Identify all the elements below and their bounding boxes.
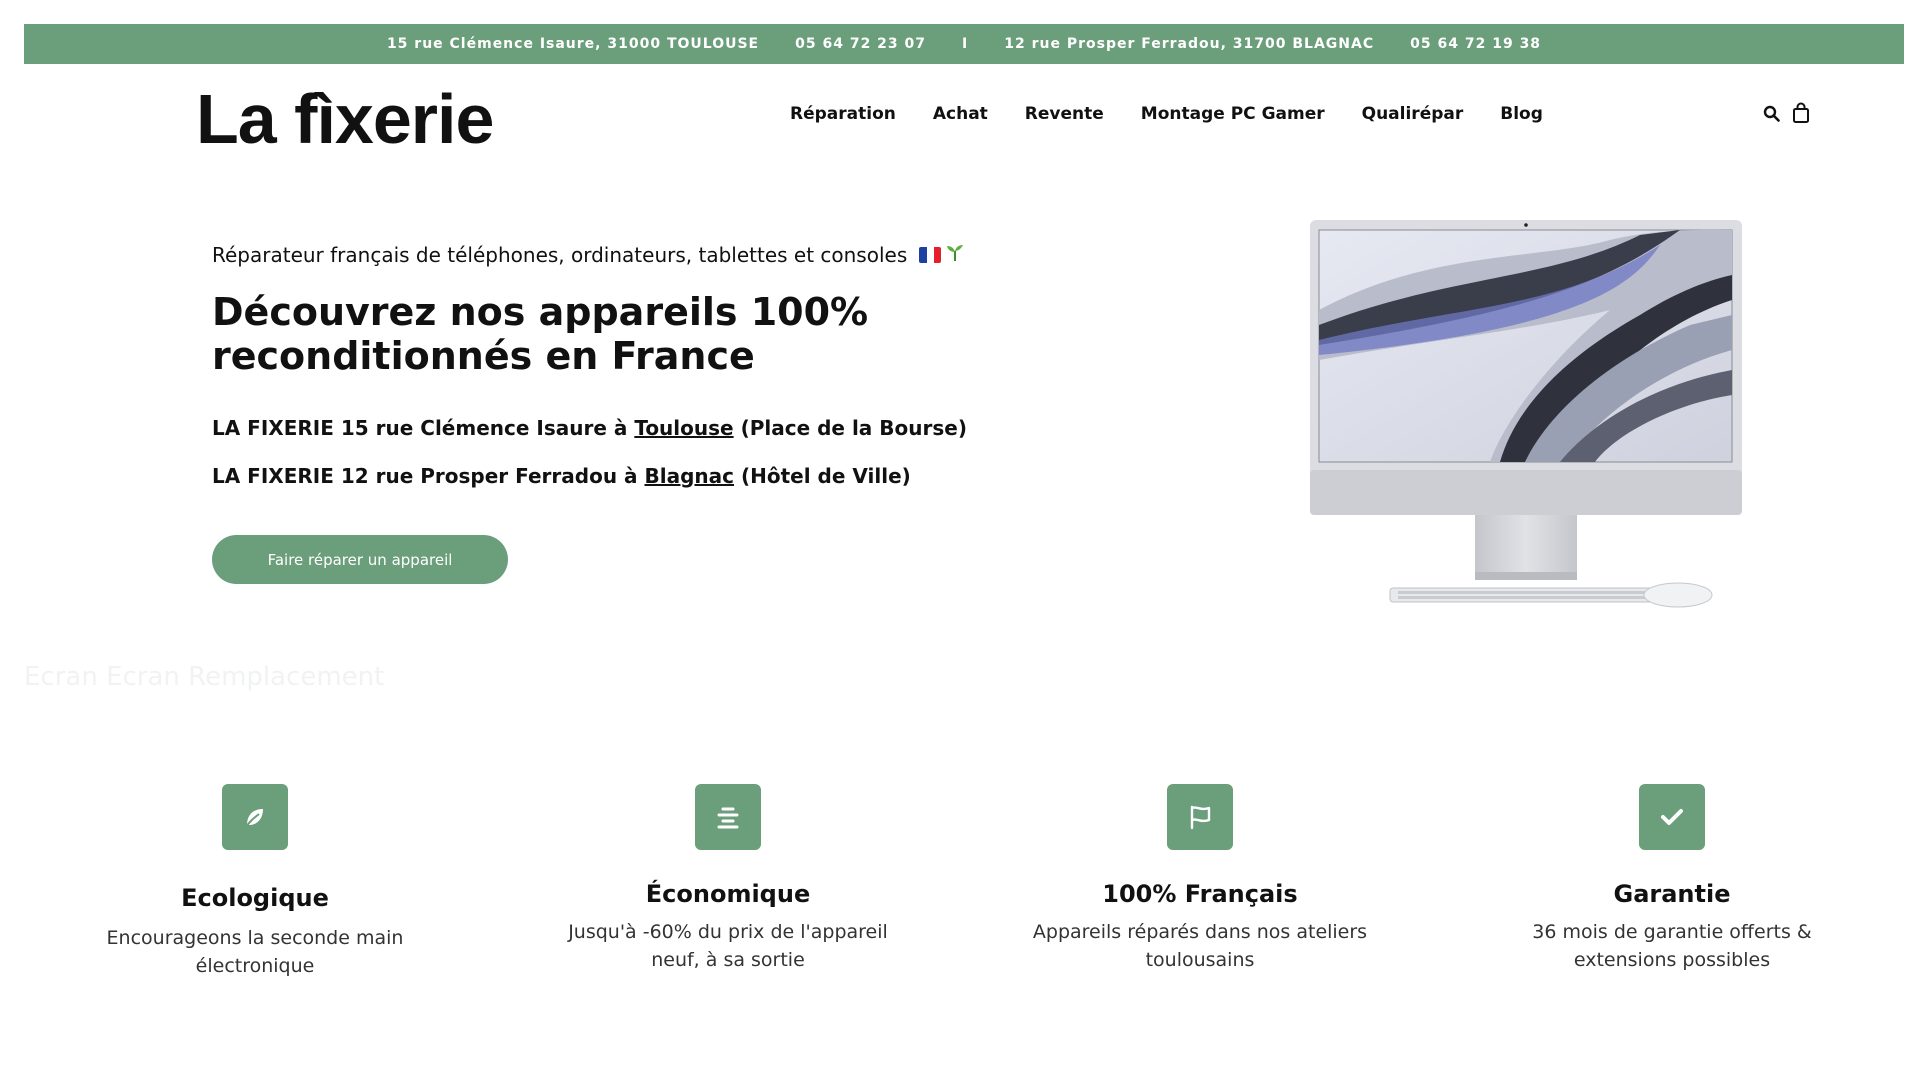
toulouse-link[interactable]: Toulouse — [634, 416, 733, 440]
sprout-icon — [945, 242, 965, 267]
blagnac-link[interactable]: Blagnac — [645, 464, 735, 488]
address-line-toulouse: LA FIXERIE 15 rue Clémence Isaure à Toul… — [212, 416, 967, 440]
faded-background-text: Ecran Ecran Remplacement — [24, 662, 385, 692]
flag-icon — [1167, 784, 1233, 850]
nav-achat[interactable]: Achat — [933, 104, 988, 124]
topbar-separator: I — [962, 36, 969, 52]
hero-subtitle-text: Réparateur français de téléphones, ordin… — [212, 242, 908, 267]
leaf-icon — [222, 784, 288, 850]
feature-title: 100% Français — [1102, 880, 1298, 908]
address-line-toulouse-post: (Place de la Bourse) — [733, 416, 967, 440]
main-nav: Réparation Achat Revente Montage PC Game… — [790, 104, 1580, 124]
feature-text: Appareils réparés dans nos ateliers toul… — [1032, 921, 1368, 971]
feature-text: Jusqu'à -60% du prix de l'appareil neuf,… — [568, 921, 888, 971]
imac-image — [1310, 220, 1742, 610]
feature-text: Encourageons la seconde main électroniqu… — [106, 927, 404, 977]
search-icon[interactable] — [1758, 100, 1784, 126]
address-line-blagnac-post: (Hôtel de Ville) — [734, 464, 911, 488]
address-line-blagnac-pre: LA FIXERIE 12 rue Prosper Ferradou à — [212, 464, 645, 488]
nav-qualirepar[interactable]: Qualirépar — [1362, 104, 1464, 124]
site-header: La fìxerie Réparation Achat Revente Mont… — [0, 64, 1920, 174]
repair-device-button[interactable]: Faire réparer un appareil — [212, 535, 508, 584]
feature-title: Ecologique — [181, 884, 329, 912]
nav-blog[interactable]: Blog — [1500, 104, 1543, 124]
phone-blagnac[interactable]: 05 64 72 19 38 — [1410, 36, 1541, 52]
check-icon — [1639, 784, 1705, 850]
feature-economique: Économique Jusqu'à -60% du prix de l'app… — [548, 784, 908, 974]
nav-revente[interactable]: Revente — [1025, 104, 1104, 124]
feature-title: Garantie — [1613, 880, 1731, 908]
cart-icon[interactable] — [1788, 100, 1814, 126]
features-section: Ecologique Encourageons la seconde main … — [0, 784, 1920, 1004]
nav-montage-pc-gamer[interactable]: Montage PC Gamer — [1141, 104, 1325, 124]
header-icons — [1754, 100, 1814, 126]
hero-title: Découvrez nos appareils 100% recondition… — [212, 290, 869, 378]
french-flag-icon — [919, 246, 942, 263]
nav-reparation[interactable]: Réparation — [790, 104, 896, 124]
feature-francais: 100% Français Appareils réparés dans nos… — [1020, 784, 1380, 974]
address-blagnac: 12 rue Prosper Ferradou, 31700 BLAGNAC — [1004, 36, 1375, 52]
feature-ecologique: Ecologique Encourageons la seconde main … — [75, 784, 435, 980]
top-info-bar: 15 rue Clémence Isaure, 31000 TOULOUSE 0… — [24, 24, 1904, 64]
address-line-toulouse-pre: LA FIXERIE 15 rue Clémence Isaure à — [212, 416, 635, 440]
address-toulouse: 15 rue Clémence Isaure, 31000 TOULOUSE — [386, 36, 760, 52]
feature-text: 36 mois de garantie offerts & extensions… — [1532, 921, 1812, 971]
address-line-blagnac: LA FIXERIE 12 rue Prosper Ferradou à Bla… — [212, 464, 911, 488]
feature-garantie: Garantie 36 mois de garantie offerts & e… — [1492, 784, 1852, 974]
site-logo[interactable]: La fìxerie — [196, 84, 494, 154]
feature-title: Économique — [645, 880, 811, 908]
hero-subtitle: Réparateur français de téléphones, ordin… — [212, 242, 965, 267]
phone-toulouse[interactable]: 05 64 72 23 07 — [795, 36, 926, 52]
align-center-icon — [695, 784, 761, 850]
